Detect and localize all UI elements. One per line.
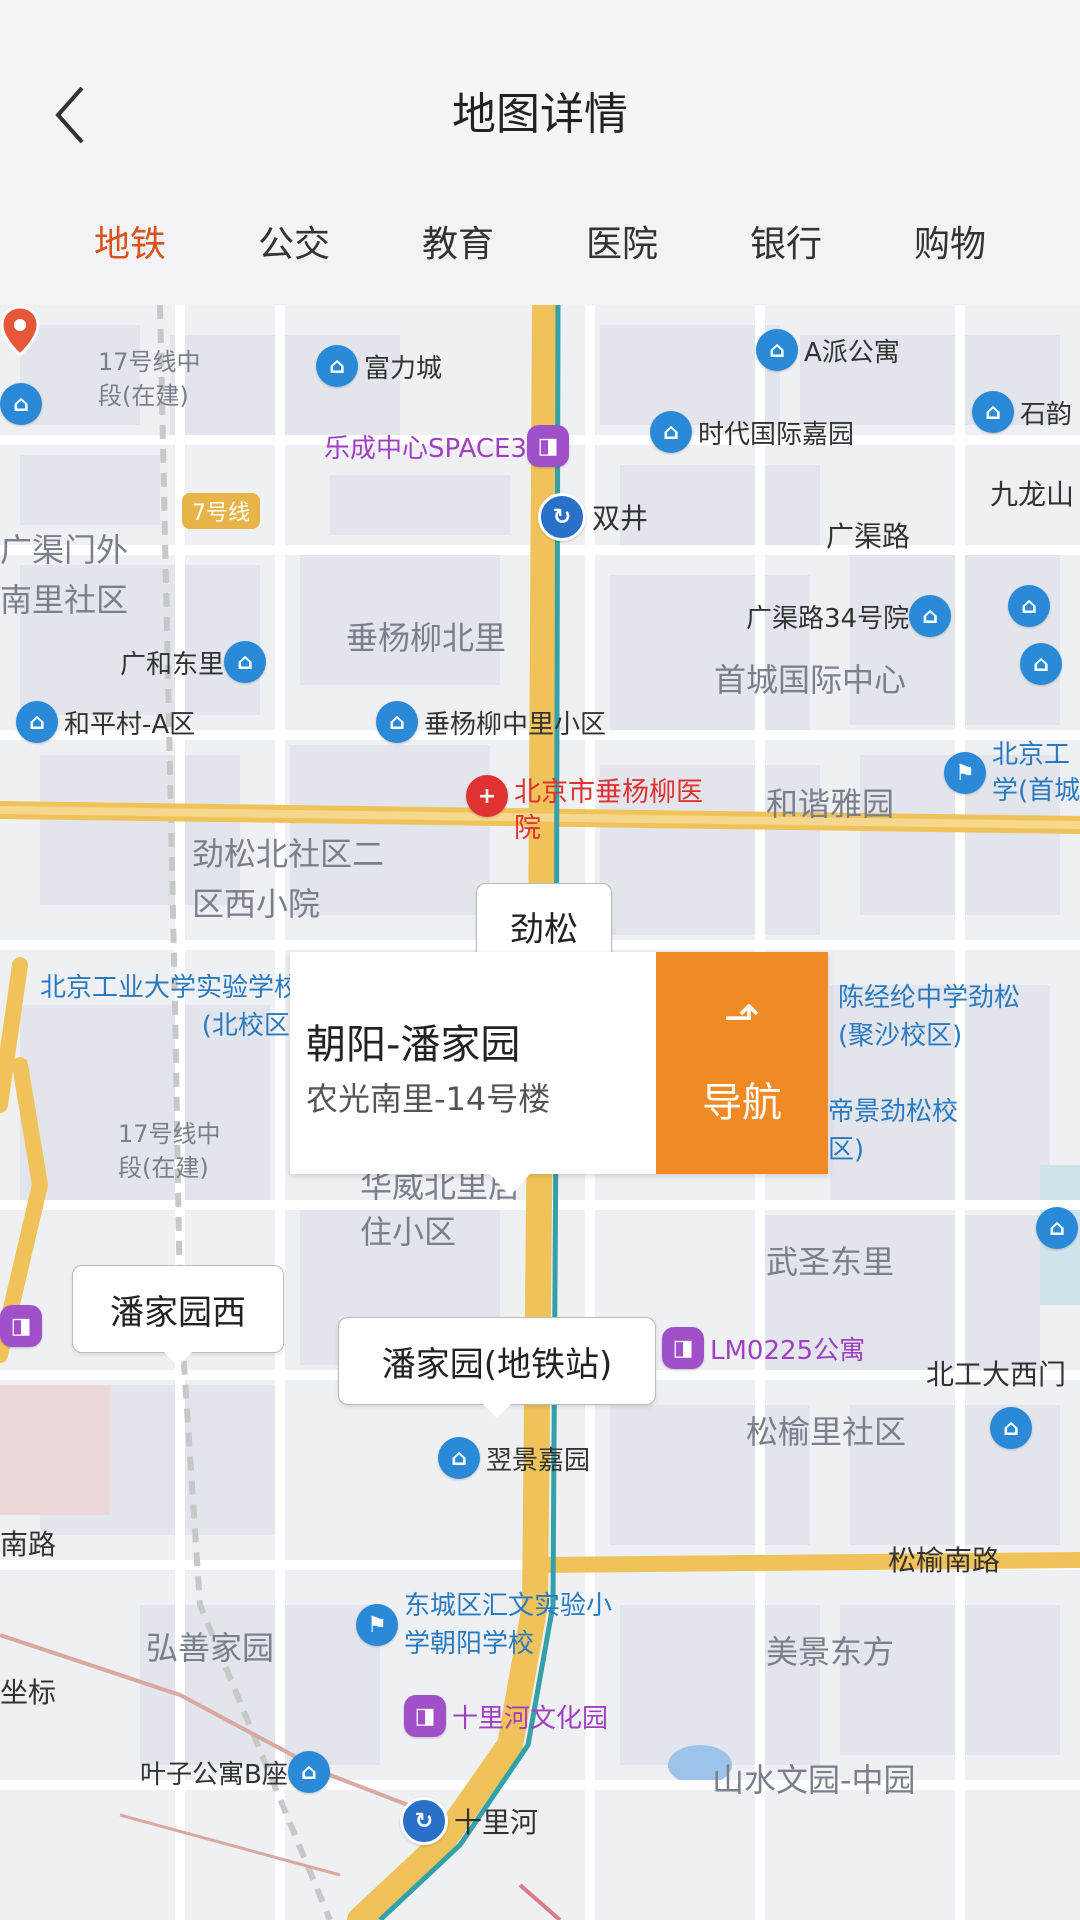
tab-bus[interactable]: 公交 [258,215,330,275]
poi-left-edge[interactable]: ⌂ [0,383,42,425]
area-meijing: 美景东方 [766,1633,895,1671]
building-icon: ⌂ [316,345,358,387]
poi-chenjinglun[interactable]: 陈经纶中学劲松(聚沙校区) [832,979,1038,1055]
shopping-bag-icon: ◨ [526,425,569,467]
road-songyunan: 松榆南路 [888,1544,1001,1577]
navigate-button[interactable]: ⬏ 导航 [656,952,828,1174]
area-hexie: 和谐雅园 [766,785,895,823]
poi-right-2[interactable]: ⌂ [1020,643,1062,685]
road-guangqu: 广渠路 [826,520,911,553]
category-tabs: 地铁 公交 教育 医院 银行 购物 [0,215,1080,275]
building-icon: ⌂ [16,701,58,743]
poi-chuizhong[interactable]: ⌂ 垂杨柳中里小区 [376,701,606,743]
area-songyu: 松榆里社区 [746,1413,907,1451]
building-icon: ⌂ [1036,1207,1078,1249]
building-icon: ⌂ [909,595,952,637]
poi-heping[interactable]: ⌂ 和平村-A区 [16,701,195,743]
location-marker-icon[interactable] [0,305,40,357]
area-chuibei: 垂杨柳北里 [346,619,507,657]
poi-hospital[interactable]: + 北京市垂杨柳医院 [466,775,704,847]
building-icon: ⌂ [376,701,418,743]
building-icon: ⌂ [438,1437,480,1479]
road-jiulong: 九龙山 [990,478,1075,511]
construction-label-2: 17号线中段(在建) [118,1120,221,1182]
poi-space3[interactable]: 乐成中心SPACE3 ◨ [318,425,569,467]
poi-right-4[interactable]: ⌂ [990,1407,1032,1449]
area-guangqumen: 广渠门外南里社区 [0,531,129,619]
building-icon: ⌂ [287,1751,330,1793]
poi-bjgy-school[interactable]: 北京工业大学实验学校(北校区) [34,969,300,1045]
area-shanshui: 山水文园-中园 [712,1761,916,1799]
map-view[interactable]: 7号线 17号线中段(在建) 17号线中段(在建) ⌂ 富力城 ⌂ ⌂ A派公寓… [0,305,1080,1920]
tab-subway[interactable]: 地铁 [94,215,166,275]
building-icon: ⌂ [650,411,692,453]
building-icon: ⌂ [1020,643,1062,685]
poi-huiwen[interactable]: ⚑ 东城区汇文实验小学朝阳学校 [356,1587,624,1663]
poi-right-1[interactable]: ⌂ [1008,585,1050,627]
tab-education[interactable]: 教育 [422,215,494,275]
building-icon: ⌂ [990,1407,1032,1449]
school-icon: ⚑ [356,1604,398,1646]
location-address: 农光南里-14号楼 [306,1080,551,1118]
shopping-bag-icon: ◨ [404,1695,446,1737]
shopping-bag-icon: ◨ [662,1327,704,1369]
page-title: 地图详情 [452,89,628,140]
poi-right-3[interactable]: ⌂ [1036,1207,1078,1249]
building-icon: ⌂ [224,641,267,683]
tab-hospital[interactable]: 医院 [586,215,658,275]
poi-shilihe-park[interactable]: ◨ 十里河文化园 [404,1695,608,1737]
poi-bjgd[interactable]: ⚑ 北京工学(首城 [944,737,1080,809]
poi-yijing[interactable]: ⌂ 翌景嘉园 [438,1437,590,1479]
construction-label-1: 17号线中段(在建) [98,348,201,410]
poi-lm0225[interactable]: ◨ LM0225公寓 [662,1327,865,1369]
metro-shuangjing[interactable]: ↻ 双井 [538,493,648,541]
building-icon: ⌂ [0,383,42,425]
school-icon: ⚑ [944,752,986,794]
building-icon: ⌂ [1008,585,1050,627]
poi-shidai[interactable]: ⌂ 时代国际嘉园 [650,411,854,453]
station-panjiayuan[interactable]: 潘家园(地铁站) [338,1317,656,1418]
shopping-bag-icon: ◨ [0,1305,42,1347]
station-panjiayuanxi[interactable]: 潘家园西 [72,1265,284,1366]
tab-bank[interactable]: 银行 [750,215,822,275]
area-jinsongbei: 劲松北社区二区西小院 [192,835,385,923]
hospital-cross-icon: + [466,775,508,817]
metro-shilihe[interactable]: ↻ 十里河 [400,1797,538,1845]
road-beigong: 北工大西门 [926,1358,1067,1391]
building-icon: ⌂ [972,391,1014,433]
road-zuobiao: 坐标 [0,1676,57,1709]
metro-icon: ↻ [538,493,586,541]
navigate-label: 导航 [702,1080,782,1126]
area-hongshan: 弘善家园 [146,1629,275,1667]
poi-guanghe[interactable]: 广和东里 ⌂ [114,641,267,683]
line-7-badge: 7号线 [182,493,260,529]
poi-left-purple[interactable]: ◨ [0,1305,42,1347]
poi-yezi[interactable]: 叶子公寓B座 ⌂ [134,1751,330,1793]
poi-shiyun[interactable]: ⌂ 石韵 [972,391,1072,433]
building-icon: ⌂ [756,329,798,371]
tab-shopping[interactable]: 购物 [914,215,986,275]
poi-fulicheng[interactable]: ⌂ 富力城 [316,345,442,387]
poi-guangqu34[interactable]: 广渠路34号院 ⌂ [740,595,952,637]
turn-arrow-icon: ⬏ [723,992,761,1043]
location-info-card: 朝阳-潘家园 农光南里-14号楼 ⬏ 导航 [290,952,828,1196]
header: 地图详情 [0,0,1080,225]
road-nanlu: 南路 [0,1528,57,1561]
area-wusheng: 武圣东里 [766,1243,895,1281]
area-shoucheng: 首城国际中心 [714,661,907,699]
metro-icon: ↻ [400,1797,448,1845]
poi-dijing[interactable]: 帝景劲松校区) [822,1093,978,1169]
location-name: 朝阳-潘家园 [306,1022,521,1068]
poi-apai[interactable]: ⌂ A派公寓 [756,329,900,371]
